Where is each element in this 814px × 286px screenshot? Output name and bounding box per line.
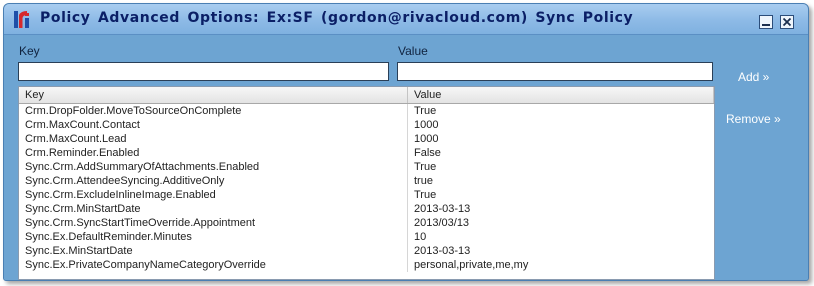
minimize-button[interactable] — [759, 15, 773, 29]
cell-key: Sync.Crm.AttendeeSyncing.AdditiveOnly — [19, 174, 408, 188]
cell-key: Sync.Crm.AddSummaryOfAttachments.Enabled — [19, 160, 408, 174]
cell-key: Crm.MaxCount.Contact — [19, 118, 408, 132]
cell-key: Sync.Ex.DefaultReminder.Minutes — [19, 230, 408, 244]
column-header-key[interactable]: Key — [19, 87, 408, 103]
table-row[interactable]: Sync.Crm.SyncStartTimeOverride.Appointme… — [19, 216, 714, 230]
cell-value: False — [414, 147, 441, 159]
table-row[interactable]: Crm.DropFolder.MoveToSourceOnComplete Tru… — [19, 104, 714, 118]
cell-value: 2013-03-13 — [414, 245, 471, 257]
table-row[interactable]: Sync.Ex.MinStartDate 2013-03-13 — [19, 244, 714, 258]
remove-button[interactable]: Remove » — [726, 112, 781, 126]
key-label: Key — [19, 44, 40, 58]
table-row[interactable]: Crm.Reminder.Enabled False — [19, 146, 714, 160]
cell-key: Sync.Crm.SyncStartTimeOverride.Appointme… — [19, 216, 408, 230]
table-row[interactable]: Sync.Ex.PrivateCompanyNameCategoryOverri… — [19, 258, 714, 272]
close-icon — [782, 17, 792, 27]
add-button[interactable]: Add » — [738, 70, 769, 84]
key-input[interactable] — [18, 62, 389, 81]
cell-key: Crm.DropFolder.MoveToSourceOnComplete — [19, 104, 408, 118]
minimize-icon — [762, 24, 770, 26]
column-header-value[interactable]: Value — [408, 87, 714, 103]
policy-window: Policy Advanced Options: Ex:SF (gordon@r… — [3, 3, 809, 281]
cell-key: Crm.MaxCount.Lead — [19, 132, 408, 146]
table-row[interactable]: Sync.Crm.AttendeeSyncing.AdditiveOnly tru… — [19, 174, 714, 188]
cell-value: 2013/03/13 — [414, 217, 470, 229]
table-row[interactable]: Sync.Crm.AddSummaryOfAttachments.Enabled… — [19, 160, 714, 174]
cell-key: Crm.Reminder.Enabled — [19, 146, 408, 160]
value-label: Value — [398, 44, 428, 58]
close-button[interactable] — [780, 15, 794, 29]
cell-value: true — [414, 175, 433, 187]
riva-logo-icon — [14, 11, 29, 28]
cell-value: 1000 — [414, 119, 439, 131]
grid-header: Key Value — [19, 87, 714, 104]
cell-value: True — [414, 189, 437, 201]
options-grid[interactable]: Key Value Crm.DropFolder.MoveToSourceOnC… — [18, 86, 715, 280]
cell-value: 10 — [414, 231, 427, 243]
title-bar[interactable]: Policy Advanced Options: Ex:SF (gordon@r… — [4, 4, 808, 35]
cell-key: Sync.Crm.MinStartDate — [19, 202, 408, 216]
cell-value: True — [414, 105, 437, 117]
table-row[interactable]: Sync.Ex.DefaultReminder.Minutes 10 — [19, 230, 714, 244]
cell-value: 1000 — [414, 133, 439, 145]
table-row[interactable]: Sync.Crm.MinStartDate 2013-03-13 — [19, 202, 714, 216]
table-row[interactable]: Crm.MaxCount.Contact 1000 — [19, 118, 714, 132]
cell-key: Sync.Ex.PrivateCompanyNameCategoryOverri… — [19, 258, 408, 272]
cell-key: Sync.Ex.MinStartDate — [19, 244, 408, 258]
cell-value: personal,private,me,my — [414, 259, 529, 271]
table-row[interactable]: Sync.Crm.ExcludeInlineImage.Enabled True — [19, 188, 714, 202]
cell-value: True — [414, 161, 437, 173]
value-input[interactable] — [397, 62, 713, 81]
window-title: Policy Advanced Options: Ex:SF (gordon@r… — [40, 10, 634, 26]
cell-key: Sync.Crm.ExcludeInlineImage.Enabled — [19, 188, 408, 202]
dialog-content: Key Value Key Value Crm.DropFolder.MoveT… — [4, 35, 808, 280]
grid-body: Crm.DropFolder.MoveToSourceOnComplete Tru… — [19, 104, 714, 272]
table-row[interactable]: Crm.MaxCount.Lead 1000 — [19, 132, 714, 146]
cell-value: 2013-03-13 — [414, 203, 471, 215]
